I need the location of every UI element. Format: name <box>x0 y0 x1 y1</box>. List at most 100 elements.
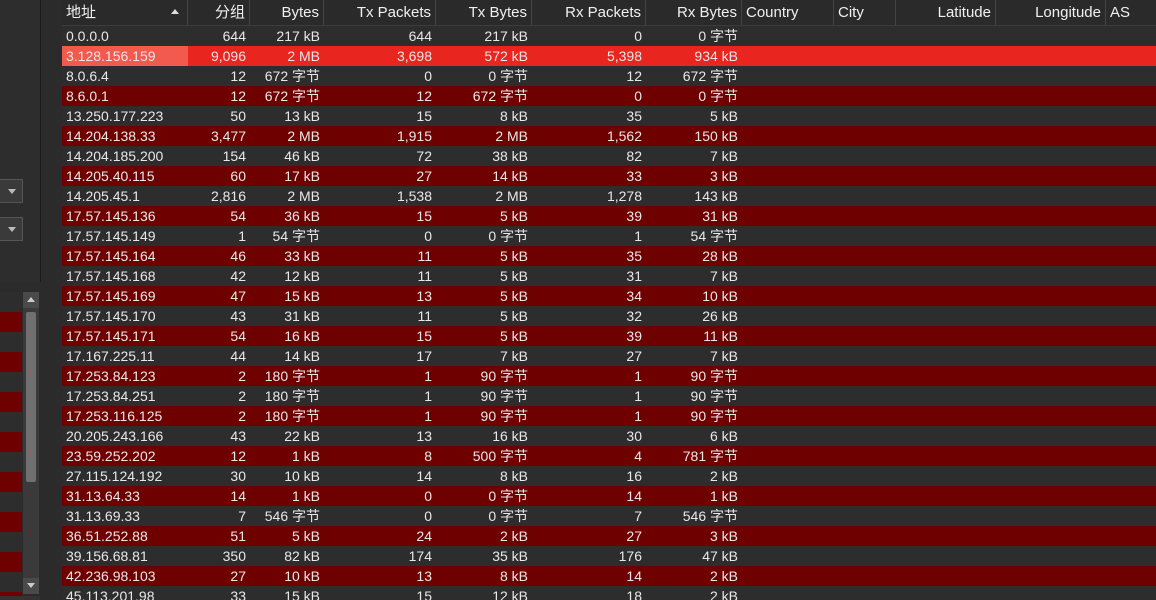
table-row[interactable]: 45.113.201.98 33 15 kB 15 12 kB 18 2 kB <box>62 586 1156 600</box>
column-header-country[interactable]: Country <box>742 0 834 25</box>
column-header-tx-packets[interactable]: Tx Packets <box>324 0 436 25</box>
endpoints-table[interactable]: 地址 分组 Bytes Tx Packets Tx Bytes Rx Packets Rx … <box>62 0 1156 600</box>
table-row[interactable]: 17.57.145.171 54 16 kB 15 5 kB 39 11 kB <box>62 326 1156 346</box>
cell-rx-bytes: 781 字节 <box>682 448 738 464</box>
column-header-label: Tx Packets <box>356 4 431 21</box>
table-row[interactable]: 0.0.0.0 644 217 kB 644 217 kB 0 0 字节 <box>62 26 1156 46</box>
table-row[interactable]: 17.57.145.149 1 54 字节 0 0 字节 1 54 字节 <box>62 226 1156 246</box>
side-list-row[interactable] <box>0 492 22 512</box>
cell-packets: 43 <box>230 428 246 444</box>
column-header-label: Latitude <box>937 4 991 21</box>
cell-tx-bytes: 2 MB <box>495 128 528 144</box>
cell-tx-bytes: 90 字节 <box>480 388 528 404</box>
cell-tx-packets: 11 <box>417 248 432 264</box>
dropdown-2[interactable] <box>0 217 23 241</box>
table-row[interactable]: 14.205.45.1 2,816 2 MB 1,538 2 MB 1,278 143 kB <box>62 186 1156 206</box>
cell-rx-bytes: 6 kB <box>709 428 738 444</box>
cell-tx-packets: 13 <box>416 428 432 444</box>
table-row[interactable]: 17.253.116.125 2 180 字节 1 90 字节 1 90 字节 <box>62 406 1156 426</box>
column-header-rx-bytes[interactable]: Rx Bytes <box>646 0 742 25</box>
cell-rx-bytes: 26 kB <box>702 308 738 324</box>
side-list-row[interactable] <box>0 292 22 312</box>
scroll-thumb[interactable] <box>26 312 36 482</box>
side-list-row[interactable] <box>0 572 22 592</box>
cell-bytes: 1 kB <box>291 448 320 464</box>
side-list-row[interactable] <box>0 432 22 452</box>
column-header-packets[interactable]: 分组 <box>188 0 250 25</box>
column-header-address[interactable]: 地址 <box>62 0 188 25</box>
cell-bytes: 33 kB <box>284 248 320 264</box>
cell-tx-bytes: 2 MB <box>495 188 528 204</box>
column-header-city[interactable]: City <box>834 0 896 25</box>
side-list-row[interactable] <box>0 412 22 432</box>
cell-address: 36.51.252.88 <box>66 528 148 544</box>
cell-rx-packets: 32 <box>626 308 642 324</box>
cell-tx-bytes: 5 kB <box>499 208 528 224</box>
table-row[interactable]: 14.204.185.200 154 46 kB 72 38 kB 82 7 kB <box>62 146 1156 166</box>
table-row[interactable]: 31.13.69.33 7 546 字节 0 0 字节 7 546 字节 <box>62 506 1156 526</box>
column-header-bytes[interactable]: Bytes <box>250 0 324 25</box>
side-list-row[interactable] <box>0 552 22 572</box>
cell-packets: 2 <box>238 388 246 404</box>
table-row[interactable]: 42.236.98.103 27 10 kB 13 8 kB 14 2 kB <box>62 566 1156 586</box>
table-row[interactable]: 31.13.64.33 14 1 kB 0 0 字节 14 1 kB <box>62 486 1156 506</box>
cell-packets: 2 <box>238 368 246 384</box>
side-list-row[interactable] <box>0 312 22 332</box>
side-list-row[interactable] <box>0 472 22 492</box>
cell-rx-bytes: 90 字节 <box>690 388 738 404</box>
table-row[interactable]: 17.253.84.251 2 180 字节 1 90 字节 1 90 字节 <box>62 386 1156 406</box>
table-row[interactable]: 17.57.145.168 42 12 kB 11 5 kB 31 7 kB <box>62 266 1156 286</box>
column-header-rx-packets[interactable]: Rx Packets <box>532 0 646 25</box>
scroll-down-button[interactable] <box>23 578 39 594</box>
table-row[interactable]: 20.205.243.166 43 22 kB 13 16 kB 30 6 kB <box>62 426 1156 446</box>
table-row[interactable]: 8.6.0.1 12 672 字节 12 672 字节 0 0 字节 <box>62 86 1156 106</box>
cell-tx-bytes: 12 kB <box>492 588 528 600</box>
table-row[interactable]: 39.156.68.81 350 82 kB 174 35 kB 176 47 kB <box>62 546 1156 566</box>
table-row[interactable]: 17.57.145.136 54 36 kB 15 5 kB 39 31 kB <box>62 206 1156 226</box>
vertical-scrollbar[interactable] <box>23 292 39 594</box>
table-row[interactable]: 17.253.84.123 2 180 字节 1 90 字节 1 90 字节 <box>62 366 1156 386</box>
column-header-tx-bytes[interactable]: Tx Bytes <box>436 0 532 25</box>
side-list-row[interactable] <box>0 452 22 472</box>
dropdown-1[interactable] <box>0 179 23 203</box>
scroll-up-button[interactable] <box>23 292 39 308</box>
table-row-selected[interactable]: 3.128.156.159 9,096 2 MB 3,698 572 kB 5,398 93… <box>62 46 1156 66</box>
cell-rx-bytes: 5 kB <box>709 108 738 124</box>
table-row[interactable]: 17.167.225.11 44 14 kB 17 7 kB 27 7 kB <box>62 346 1156 366</box>
cell-bytes: 46 kB <box>284 148 320 164</box>
cell-tx-packets: 24 <box>416 528 432 544</box>
cell-bytes: 54 字节 <box>272 228 320 244</box>
cell-rx-packets: 4 <box>634 448 642 464</box>
table-row[interactable]: 17.57.145.169 47 15 kB 13 5 kB 34 10 kB <box>62 286 1156 306</box>
side-list-row[interactable] <box>0 352 22 372</box>
table-row[interactable]: 14.205.40.115 60 17 kB 27 14 kB 33 3 kB <box>62 166 1156 186</box>
chevron-down-icon <box>8 189 16 194</box>
side-list-row[interactable] <box>0 332 22 352</box>
table-row[interactable]: 14.204.138.33 3,477 2 MB 1,915 2 MB 1,562 150 … <box>62 126 1156 146</box>
column-header-longitude[interactable]: Longitude <box>996 0 1106 25</box>
side-list-row[interactable] <box>0 532 22 552</box>
table-header: 地址 分组 Bytes Tx Packets Tx Bytes Rx Packets Rx … <box>62 0 1156 26</box>
cell-rx-bytes: 0 字节 <box>698 88 738 104</box>
side-list-row[interactable] <box>0 512 22 532</box>
cell-rx-packets: 33 <box>626 168 642 184</box>
cell-tx-packets: 15 <box>416 328 432 344</box>
cell-packets: 46 <box>230 248 246 264</box>
table-row[interactable]: 13.250.177.223 50 13 kB 15 8 kB 35 5 kB <box>62 106 1156 126</box>
table-row[interactable]: 23.59.252.202 12 1 kB 8 500 字节 4 781 字节 <box>62 446 1156 466</box>
cell-bytes: 2 MB <box>287 48 320 64</box>
side-list-row[interactable] <box>0 392 22 412</box>
column-header-as[interactable]: AS <box>1106 0 1156 25</box>
table-row[interactable]: 36.51.252.88 51 5 kB 24 2 kB 27 3 kB <box>62 526 1156 546</box>
cell-rx-packets: 176 <box>618 548 642 564</box>
side-list-row[interactable] <box>0 372 22 392</box>
table-row[interactable]: 27.115.124.192 30 10 kB 14 8 kB 16 2 kB <box>62 466 1156 486</box>
cell-rx-bytes: 28 kB <box>702 248 738 264</box>
table-row[interactable]: 17.57.145.170 43 31 kB 11 5 kB 32 26 kB <box>62 306 1156 326</box>
cell-packets: 9,096 <box>210 48 246 64</box>
table-row[interactable]: 17.57.145.164 46 33 kB 11 5 kB 35 28 kB <box>62 246 1156 266</box>
column-header-latitude[interactable]: Latitude <box>896 0 996 25</box>
cell-bytes: 12 kB <box>284 268 320 284</box>
cell-tx-bytes: 5 kB <box>499 268 528 284</box>
table-row[interactable]: 8.0.6.4 12 672 字节 0 0 字节 12 672 字节 <box>62 66 1156 86</box>
